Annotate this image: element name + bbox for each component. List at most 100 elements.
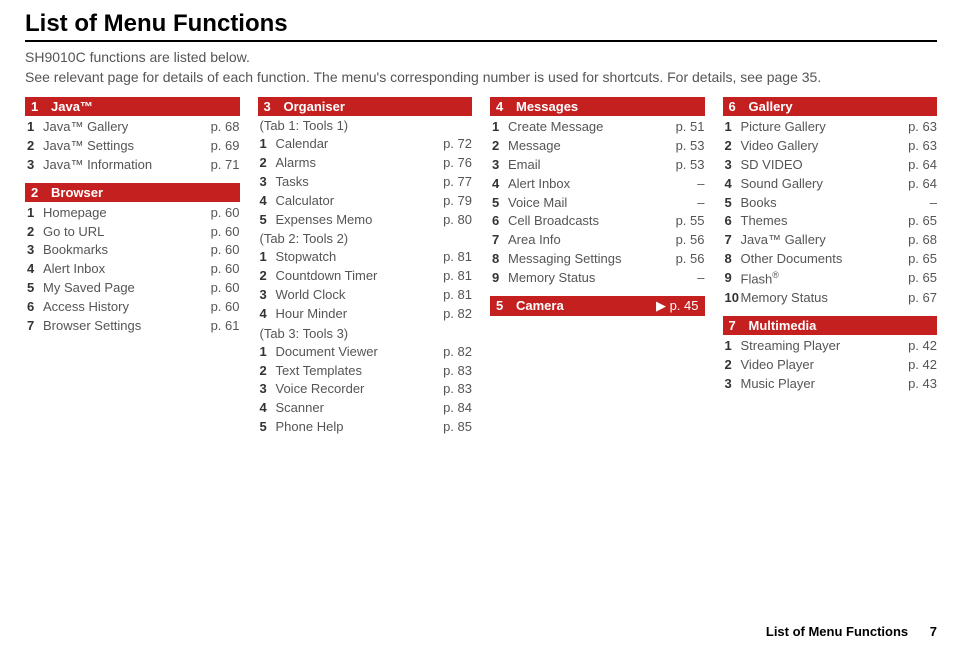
footer-title: List of Menu Functions	[766, 624, 908, 639]
item-page: p. 63	[897, 137, 937, 156]
menu-item-row: 4Hour Minderp. 82	[258, 305, 473, 324]
intro-line-1: SH9010C functions are listed below.	[25, 48, 937, 68]
tab-label: (Tab 3: Tools 3)	[258, 326, 473, 341]
menu-item-row: 2Text Templatesp. 83	[258, 362, 473, 381]
item-page: p. 53	[665, 156, 705, 175]
item-page: p. 60	[200, 241, 240, 260]
item-label: Java™ Information	[43, 156, 200, 175]
section-title: Java™	[51, 99, 93, 114]
item-number: 3	[725, 156, 741, 175]
item-number: 5	[260, 211, 276, 230]
item-number: 4	[260, 305, 276, 324]
item-page: p. 60	[200, 204, 240, 223]
item-page: p. 55	[665, 212, 705, 231]
item-number: 1	[260, 343, 276, 362]
item-page: p. 83	[432, 380, 472, 399]
item-number: 3	[260, 380, 276, 399]
item-number: 1	[725, 337, 741, 356]
item-page: p. 76	[432, 154, 472, 173]
item-page: p. 60	[200, 223, 240, 242]
item-number: 6	[27, 298, 43, 317]
item-page: p. 85	[432, 418, 472, 437]
item-page: p. 80	[432, 211, 472, 230]
menu-item-row: 4Alert Inbox–	[490, 175, 705, 194]
menu-item-row: 1Create Messagep. 51	[490, 118, 705, 137]
item-page: p. 84	[432, 399, 472, 418]
item-number: 4	[260, 192, 276, 211]
menu-item-row: 3World Clockp. 81	[258, 286, 473, 305]
menu-item-row: 8Messaging Settingsp. 56	[490, 250, 705, 269]
column: 1Java™1Java™ Galleryp. 682Java™ Settings…	[25, 97, 240, 445]
item-page: p. 68	[897, 231, 937, 250]
section-number: 3	[264, 99, 274, 114]
menu-item-row: 2Messagep. 53	[490, 137, 705, 156]
footer-page-number: 7	[930, 624, 937, 639]
menu-item-row: 7Browser Settingsp. 61	[25, 317, 240, 336]
item-label: Access History	[43, 298, 200, 317]
menu-item-row: 1Java™ Galleryp. 68	[25, 118, 240, 137]
item-number: 2	[725, 137, 741, 156]
item-number: 9	[725, 269, 741, 289]
item-number: 5	[260, 418, 276, 437]
section-header: 4Messages	[490, 97, 705, 116]
item-label: Create Message	[508, 118, 665, 137]
section-title: Messages	[516, 99, 578, 114]
menu-item-row: 2Go to URLp. 60	[25, 223, 240, 242]
menu-item-row: 6Cell Broadcastsp. 55	[490, 212, 705, 231]
section-block: 3Organiser(Tab 1: Tools 1)1Calendarp. 72…	[258, 97, 473, 437]
item-number: 1	[27, 204, 43, 223]
item-label: Picture Gallery	[741, 118, 898, 137]
item-label: Memory Status	[508, 269, 665, 288]
item-label: Alarms	[276, 154, 433, 173]
item-label: Countdown Timer	[276, 267, 433, 286]
item-number: 2	[260, 362, 276, 381]
item-label: Music Player	[741, 375, 898, 394]
tab-label: (Tab 1: Tools 1)	[258, 118, 473, 133]
menu-item-row: 1Document Viewerp. 82	[258, 343, 473, 362]
item-label: Java™ Gallery	[741, 231, 898, 250]
item-label: Cell Broadcasts	[508, 212, 665, 231]
menu-item-row: 3Emailp. 53	[490, 156, 705, 175]
item-page: p. 51	[665, 118, 705, 137]
menu-item-row: 2Video Galleryp. 63	[723, 137, 938, 156]
item-label: Voice Mail	[508, 194, 665, 213]
item-label: Homepage	[43, 204, 200, 223]
section-number: 7	[729, 318, 739, 333]
item-label: Java™ Settings	[43, 137, 200, 156]
item-number: 1	[492, 118, 508, 137]
item-label: Text Templates	[276, 362, 433, 381]
menu-item-row: 6Themesp. 65	[723, 212, 938, 231]
item-label: Streaming Player	[741, 337, 898, 356]
item-number: 5	[492, 194, 508, 213]
menu-item-row: 3Bookmarksp. 60	[25, 241, 240, 260]
item-page: p. 69	[200, 137, 240, 156]
menu-item-row: 7Java™ Galleryp. 68	[723, 231, 938, 250]
menu-item-row: 8Other Documentsp. 65	[723, 250, 938, 269]
item-page: p. 67	[897, 289, 937, 308]
item-page: p. 42	[897, 337, 937, 356]
item-page: p. 56	[665, 250, 705, 269]
item-label: Themes	[741, 212, 898, 231]
item-label: Message	[508, 137, 665, 156]
item-label: Video Gallery	[741, 137, 898, 156]
section-header: 5Camera▶ p. 45	[490, 296, 705, 316]
item-page: p. 82	[432, 305, 472, 324]
item-label: Scanner	[276, 399, 433, 418]
menu-item-row: 1Calendarp. 72	[258, 135, 473, 154]
item-number: 7	[27, 317, 43, 336]
item-label: Books	[741, 194, 898, 213]
section-block: 7Multimedia1Streaming Playerp. 422Video …	[723, 316, 938, 394]
section-title: Multimedia	[749, 318, 817, 333]
item-page: p. 68	[200, 118, 240, 137]
menu-item-row: 3Java™ Informationp. 71	[25, 156, 240, 175]
item-number: 3	[260, 286, 276, 305]
item-label: Hour Minder	[276, 305, 433, 324]
menu-item-row: 1Homepagep. 60	[25, 204, 240, 223]
item-number: 8	[725, 250, 741, 269]
item-label: Calculator	[276, 192, 433, 211]
item-label: My Saved Page	[43, 279, 200, 298]
menu-item-row: 10Memory Statusp. 67	[723, 289, 938, 308]
item-label: Expenses Memo	[276, 211, 433, 230]
section-header: 2Browser	[25, 183, 240, 202]
item-page: p. 82	[432, 343, 472, 362]
